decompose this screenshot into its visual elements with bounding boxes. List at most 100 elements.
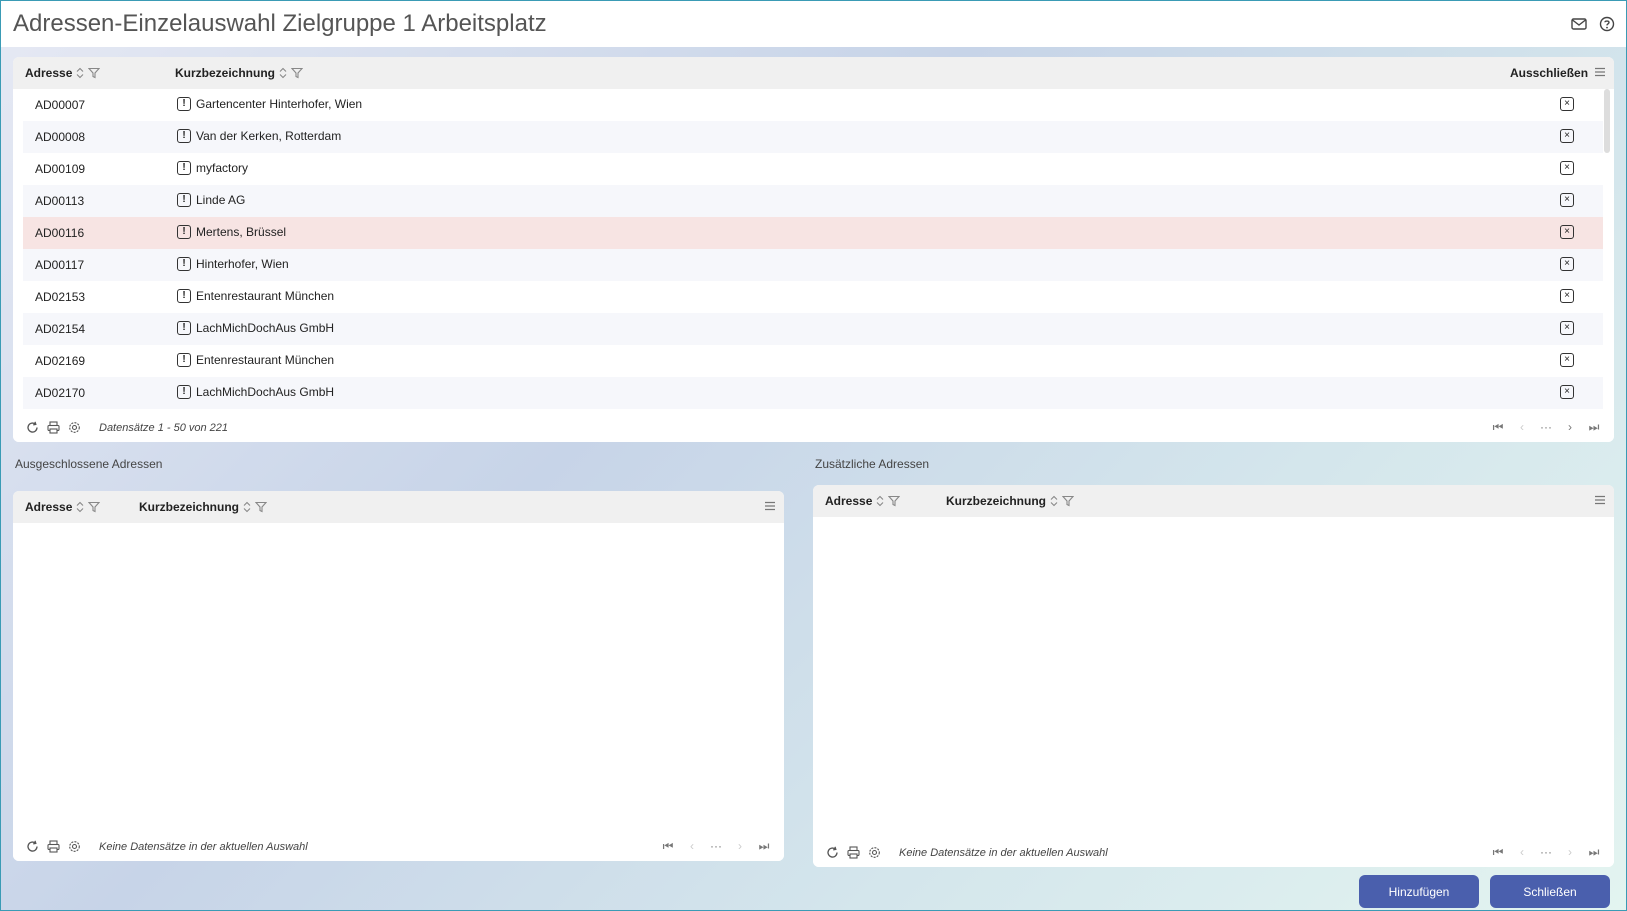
main-address-grid: Adresse Kurzbezeichnung Ausschließen AD0… — [13, 57, 1614, 442]
exclude-icon[interactable]: × — [1560, 289, 1574, 303]
table-row[interactable]: AD02154! LachMichDochAus GmbH × — [23, 313, 1603, 345]
info-icon[interactable]: ! — [177, 289, 191, 303]
sort-icon[interactable] — [1050, 495, 1058, 507]
print-icon[interactable] — [46, 420, 60, 434]
column-header-ausschliessen[interactable]: Ausschließen — [1510, 66, 1588, 80]
filter-icon[interactable] — [291, 67, 304, 79]
exclude-icon[interactable]: × — [1560, 97, 1574, 111]
more-pages-icon[interactable]: ··· — [1540, 845, 1552, 860]
address-id-cell: AD02154 — [35, 322, 86, 336]
settings-icon[interactable] — [867, 845, 881, 859]
next-page-icon[interactable]: › — [1564, 420, 1576, 435]
info-icon[interactable]: ! — [177, 353, 191, 367]
sort-icon[interactable] — [243, 501, 251, 513]
column-header-adresse[interactable]: Adresse — [25, 500, 72, 514]
short-name-text: Entenrestaurant München — [196, 289, 335, 303]
exclude-icon[interactable]: × — [1560, 129, 1574, 143]
column-menu-icon[interactable] — [764, 500, 776, 514]
sort-icon[interactable] — [876, 495, 884, 507]
filter-icon[interactable] — [888, 495, 901, 507]
sort-icon[interactable] — [76, 67, 84, 79]
last-page-icon[interactable]: ⏭ — [1588, 845, 1600, 860]
short-name-text: Mertens, Brüssel — [196, 225, 287, 239]
info-icon[interactable]: ! — [177, 193, 191, 207]
info-icon[interactable]: ! — [177, 225, 191, 239]
short-name-cell: ! Entenrestaurant München — [177, 289, 334, 303]
mail-icon[interactable] — [1570, 15, 1588, 33]
refresh-icon[interactable] — [825, 845, 839, 859]
sort-icon[interactable] — [279, 67, 287, 79]
table-row[interactable]: AD00116! Mertens, Brüssel × — [23, 217, 1603, 249]
pager: ⏮ ‹ ··· › ⏭ — [662, 839, 770, 854]
first-page-icon[interactable]: ⏮ — [1492, 845, 1504, 860]
filter-icon[interactable] — [1062, 495, 1075, 507]
info-icon[interactable]: ! — [177, 161, 191, 175]
prev-page-icon[interactable]: ‹ — [1516, 845, 1528, 860]
exclude-icon[interactable]: × — [1560, 161, 1574, 175]
address-id-cell: AD00113 — [35, 194, 85, 208]
filter-icon[interactable] — [88, 501, 101, 513]
exclude-icon[interactable]: × — [1560, 225, 1574, 239]
more-pages-icon[interactable]: ··· — [1540, 420, 1552, 435]
address-id-cell: AD00007 — [35, 98, 86, 112]
column-header-adresse[interactable]: Adresse — [825, 494, 872, 508]
info-icon[interactable]: ! — [177, 385, 191, 399]
refresh-icon[interactable] — [25, 839, 39, 853]
page-title: Adressen-Einzelauswahl Zielgruppe 1 Arbe… — [13, 10, 547, 37]
short-name-text: Entenrestaurant München — [196, 353, 335, 367]
first-page-icon[interactable]: ⏮ — [1492, 420, 1504, 435]
column-header-kurzbezeichnung[interactable]: Kurzbezeichnung — [946, 494, 1046, 508]
last-page-icon[interactable]: ⏭ — [1588, 420, 1600, 435]
column-header-adresse[interactable]: Adresse — [25, 66, 72, 80]
info-icon[interactable]: ! — [177, 97, 191, 111]
table-row[interactable]: AD00007! Gartencenter Hinterhofer, Wien × — [23, 89, 1603, 121]
first-page-icon[interactable]: ⏮ — [662, 839, 674, 854]
info-icon[interactable]: ! — [177, 321, 191, 335]
address-id-cell: AD02170 — [35, 386, 86, 400]
exclude-icon[interactable]: × — [1560, 385, 1574, 399]
last-page-icon[interactable]: ⏭ — [758, 839, 770, 854]
table-row[interactable]: AD02169! Entenrestaurant München × — [23, 345, 1603, 377]
prev-page-icon[interactable]: ‹ — [686, 839, 698, 854]
filter-icon[interactable] — [88, 67, 101, 79]
column-menu-icon[interactable] — [1594, 494, 1606, 508]
add-button[interactable]: Hinzufügen — [1359, 875, 1479, 908]
short-name-cell: ! Mertens, Brüssel — [177, 225, 286, 239]
address-id-cell: AD00116 — [35, 226, 85, 240]
exclude-icon[interactable]: × — [1560, 193, 1574, 207]
address-id-cell: AD00008 — [35, 130, 86, 144]
column-header-kurzbezeichnung[interactable]: Kurzbezeichnung — [175, 66, 275, 80]
info-icon[interactable]: ! — [177, 257, 191, 271]
table-row[interactable]: AD00109! myfactory × — [23, 153, 1603, 185]
grid-header: Adresse Kurzbezeichnung Ausschließen — [13, 57, 1614, 89]
info-icon[interactable]: ! — [177, 129, 191, 143]
filter-icon[interactable] — [255, 501, 268, 513]
table-row[interactable]: AD00117! Hinterhofer, Wien × — [23, 249, 1603, 281]
refresh-icon[interactable] — [25, 420, 39, 434]
exclude-icon[interactable]: × — [1560, 257, 1574, 271]
next-page-icon[interactable]: › — [1564, 845, 1576, 860]
print-icon[interactable] — [846, 845, 860, 859]
short-name-text: Linde AG — [196, 193, 246, 207]
prev-page-icon[interactable]: ‹ — [1516, 420, 1528, 435]
more-pages-icon[interactable]: ··· — [710, 839, 722, 854]
help-icon[interactable] — [1598, 15, 1616, 33]
address-id-cell: AD02153 — [35, 290, 86, 304]
column-menu-icon[interactable] — [1594, 66, 1606, 80]
exclude-icon[interactable]: × — [1560, 321, 1574, 335]
table-row[interactable]: AD02153! Entenrestaurant München × — [23, 281, 1603, 313]
column-header-kurzbezeichnung[interactable]: Kurzbezeichnung — [139, 500, 239, 514]
table-row[interactable]: AD00008! Van der Kerken, Rotterdam × — [23, 121, 1603, 153]
scrollbar[interactable] — [1604, 89, 1610, 153]
next-page-icon[interactable]: › — [734, 839, 746, 854]
print-icon[interactable] — [46, 839, 60, 853]
short-name-text: Hinterhofer, Wien — [196, 257, 289, 271]
settings-icon[interactable] — [67, 420, 81, 434]
close-button[interactable]: Schließen — [1490, 875, 1610, 908]
table-row[interactable]: AD02170! LachMichDochAus GmbH × — [23, 377, 1603, 409]
table-row[interactable]: AD00113! Linde AG × — [23, 185, 1603, 217]
additional-label: Zusätzliche Adressen — [815, 457, 930, 471]
settings-icon[interactable] — [67, 839, 81, 853]
sort-icon[interactable] — [76, 501, 84, 513]
exclude-icon[interactable]: × — [1560, 353, 1574, 367]
